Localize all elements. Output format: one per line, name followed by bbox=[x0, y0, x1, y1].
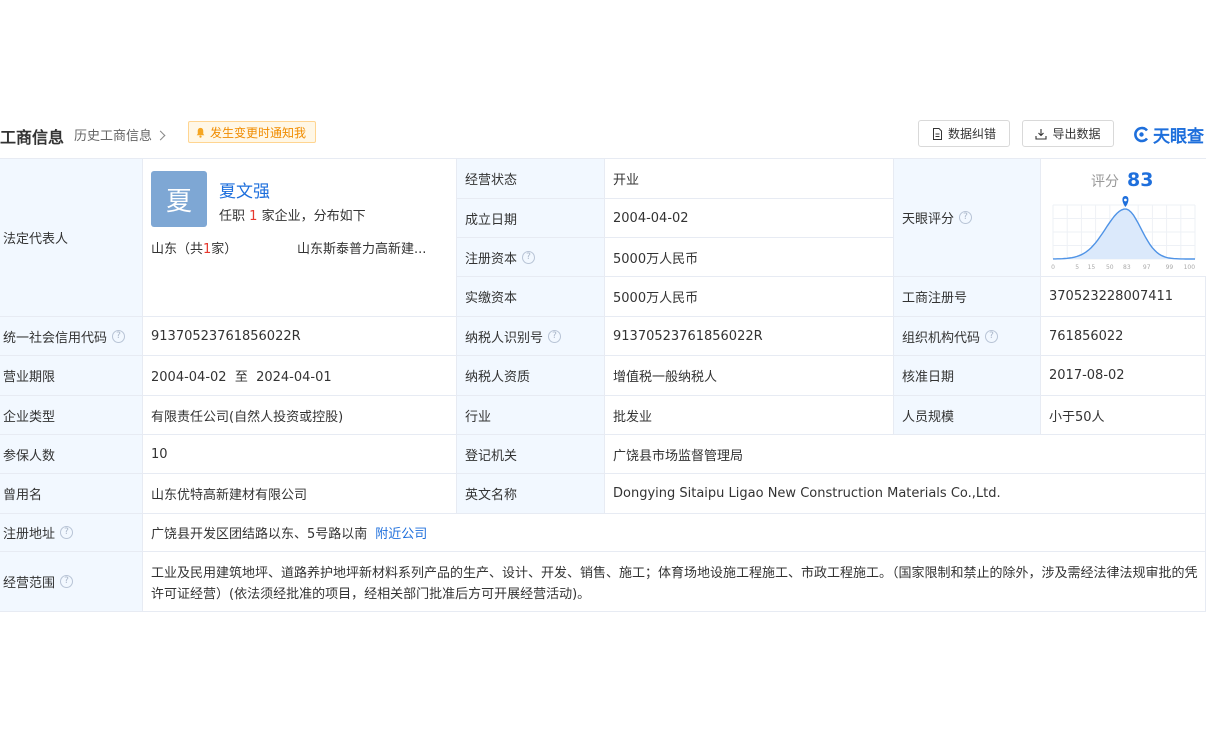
former-name-value: 山东优特高新建材有限公司 bbox=[143, 474, 457, 514]
score-marker-dot bbox=[1124, 198, 1127, 202]
approve-date-value: 2017-08-02 bbox=[1041, 356, 1206, 396]
status-value: 开业 bbox=[605, 159, 894, 199]
taxpayer-qual-label: 纳税人资质 bbox=[457, 356, 605, 396]
help-icon[interactable]: ? bbox=[548, 329, 562, 343]
chart-tick-label: 5 bbox=[1075, 264, 1079, 271]
help-icon[interactable]: ? bbox=[60, 526, 74, 539]
notify-label: 发生变更时通知我 bbox=[210, 125, 307, 140]
taxpayer-id-value: 91370523761856022R bbox=[605, 317, 894, 356]
founded-value: 2004-04-02 bbox=[605, 199, 894, 238]
insured-value: 10 bbox=[143, 435, 457, 474]
chart-tick-label: 15 bbox=[1088, 264, 1096, 271]
history-link-label: 历史工商信息 bbox=[74, 129, 153, 144]
credit-code-value: 91370523761856022R bbox=[143, 317, 457, 356]
tianyan-score-label: 天眼评分? bbox=[894, 159, 1041, 277]
nearby-companies-link[interactable]: 附近公司 bbox=[375, 523, 427, 542]
legal-rep-company-link[interactable]: 山东斯泰普力高新建... bbox=[297, 238, 445, 257]
former-name-label: 曾用名 bbox=[0, 474, 143, 514]
address-value: 广饶县开发区团结路以东、5号路以南 附近公司 bbox=[143, 514, 1206, 552]
staff-size-label: 人员规模 bbox=[894, 396, 1041, 435]
help-icon[interactable]: ? bbox=[522, 250, 536, 264]
help-icon[interactable]: ? bbox=[60, 575, 74, 588]
address-label: 注册地址? bbox=[0, 514, 143, 552]
reg-authority-value: 广饶县市场监督管理局 bbox=[605, 435, 1206, 474]
score-line: 评分 83 bbox=[1091, 169, 1153, 191]
score-number: 83 bbox=[1127, 169, 1154, 191]
export-data-label: 导出数据 bbox=[1052, 127, 1101, 141]
help-icon[interactable]: ? bbox=[959, 211, 973, 224]
paid-capital-label: 实缴资本 bbox=[457, 277, 605, 317]
taxpayer-id-label: 纳税人识别号? bbox=[457, 317, 605, 356]
avatar[interactable]: 夏 bbox=[151, 171, 207, 227]
help-icon[interactable]: ? bbox=[112, 329, 126, 343]
score-label: 评分 bbox=[1091, 174, 1119, 190]
chart-tick-label: 97 bbox=[1143, 264, 1151, 271]
business-info-table: 法定代表人 夏 夏文强 任职 1 家企业，分布如下 山东（共1家） 山东斯泰普力… bbox=[0, 158, 1206, 612]
english-name-value: Dongying Sitaipu Ligao New Construction … bbox=[605, 474, 1206, 514]
legal-rep-card: 夏 夏文强 任职 1 家企业，分布如下 山东（共1家） 山东斯泰普力高新建... bbox=[143, 159, 457, 317]
industry-label: 行业 bbox=[457, 396, 605, 435]
document-icon bbox=[932, 127, 942, 140]
chart-tick-label: 100 bbox=[1184, 264, 1196, 271]
biz-reg-no-value: 370523228007411 bbox=[1041, 277, 1206, 317]
taxpayer-qual-value: 增值税一般纳税人 bbox=[605, 356, 894, 396]
legal-rep-region: 山东（共1家） bbox=[151, 242, 238, 257]
reg-capital-value: 5000万人民币 bbox=[605, 238, 894, 277]
term-value: 2004-04-02 至 2024-04-01 bbox=[143, 356, 457, 396]
insured-label: 参保人数 bbox=[0, 435, 143, 474]
data-correction-button[interactable]: 数据纠错 bbox=[918, 120, 1010, 147]
export-icon bbox=[1035, 128, 1048, 140]
score-distribution-chart: 0 5 15 50 83 97 99 100 bbox=[1051, 196, 1196, 271]
chevron-right-icon bbox=[155, 130, 166, 140]
legal-rep-label: 法定代表人 bbox=[0, 159, 143, 317]
bell-icon bbox=[196, 127, 205, 138]
org-code-label: 组织机构代码? bbox=[894, 317, 1041, 356]
scope-label: 经营范围? bbox=[0, 552, 143, 612]
chart-tick-label: 0 bbox=[1051, 264, 1055, 271]
company-type-value: 有限责任公司(自然人投资或控股) bbox=[143, 396, 457, 435]
status-label: 经营状态 bbox=[457, 159, 605, 199]
chart-tick-label: 83 bbox=[1123, 264, 1131, 271]
term-label: 营业期限 bbox=[0, 356, 143, 396]
chart-curve-fill bbox=[1053, 209, 1195, 259]
tianyancha-logo-icon bbox=[1134, 126, 1149, 143]
org-code-value: 761856022 bbox=[1041, 317, 1206, 356]
legal-rep-name[interactable]: 夏文强 bbox=[219, 177, 270, 202]
export-data-button[interactable]: 导出数据 bbox=[1022, 120, 1114, 147]
brand-name: 天眼查 bbox=[1153, 127, 1204, 147]
approve-date-label: 核准日期 bbox=[894, 356, 1041, 396]
paid-capital-value: 5000万人民币 bbox=[605, 277, 894, 317]
reg-capital-label: 注册资本? bbox=[457, 238, 605, 277]
staff-size-value: 小于50人 bbox=[1041, 396, 1206, 435]
scope-value: 工业及民用建筑地坪、道路养护地坪新材料系列产品的生产、设计、开发、销售、施工；体… bbox=[143, 552, 1206, 612]
chart-tick-label: 50 bbox=[1106, 264, 1114, 271]
founded-label: 成立日期 bbox=[457, 199, 605, 238]
data-correction-label: 数据纠错 bbox=[947, 127, 996, 141]
reg-authority-label: 登记机关 bbox=[457, 435, 605, 474]
company-type-label: 企业类型 bbox=[0, 396, 143, 435]
history-link[interactable]: 历史工商信息 bbox=[74, 125, 166, 144]
credit-code-label: 统一社会信用代码? bbox=[0, 317, 143, 356]
brand-logo: 天眼查 bbox=[1133, 122, 1204, 147]
chart-tick-label: 99 bbox=[1166, 264, 1174, 271]
section-header: 工商信息 历史工商信息 发生变更时通知我 数据纠错 导出数据 天眼查 bbox=[0, 118, 1206, 150]
notify-button[interactable]: 发生变更时通知我 bbox=[188, 121, 317, 143]
legal-rep-summary: 任职 1 家企业，分布如下 bbox=[219, 209, 366, 224]
help-icon[interactable]: ? bbox=[985, 329, 999, 343]
english-name-label: 英文名称 bbox=[457, 474, 605, 514]
biz-reg-no-label: 工商注册号 bbox=[894, 277, 1041, 317]
industry-value: 批发业 bbox=[605, 396, 894, 435]
section-title: 工商信息 bbox=[0, 128, 65, 147]
tianyan-score-panel[interactable]: 评分 83 0 5 15 50 83 97 99 100 bbox=[1041, 159, 1206, 277]
